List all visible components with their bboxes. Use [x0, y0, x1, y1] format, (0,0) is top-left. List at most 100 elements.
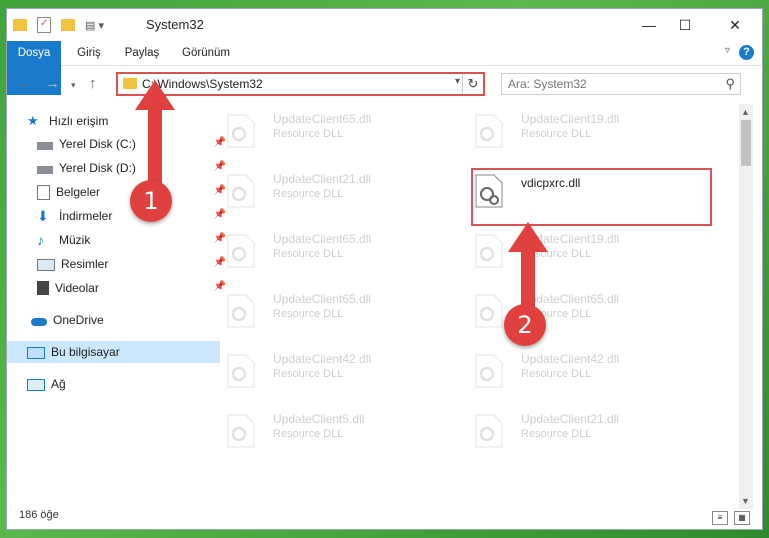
file-type: Resource DLL: [521, 368, 592, 380]
nav-item-label: Belgeler: [56, 185, 101, 199]
large-icons-view-icon[interactable]: ▦: [734, 511, 750, 525]
file-name: UpdateClient65.dll: [273, 112, 372, 126]
file-item[interactable]: UpdateClient42.dll Resource DLL: [203, 344, 433, 398]
file-item[interactable]: UpdateClient42.dll Resource DLL: [451, 344, 681, 398]
videos-icon: [37, 281, 49, 295]
star-icon: ★: [27, 113, 39, 128]
nav-item-pictures[interactable]: Resimler 📌: [7, 253, 230, 275]
scroll-up-icon[interactable]: ▲: [741, 107, 750, 117]
file-list: UpdateClient65.dll Resource DLL UpdateCl…: [203, 104, 740, 502]
help-button[interactable]: ?: [739, 45, 754, 60]
file-item[interactable]: UpdateClient19.dll Resource DLL: [451, 224, 681, 278]
file-name: UpdateClient65.dll: [273, 292, 372, 306]
dll-file-icon: [227, 294, 255, 328]
file-item[interactable]: UpdateClient65.dll Resource DLL: [203, 224, 433, 278]
file-type: Resource DLL: [273, 428, 344, 440]
dll-file-icon: [227, 234, 255, 268]
vertical-scrollbar[interactable]: ▲ ▼: [739, 104, 753, 509]
refresh-icon[interactable]: ↻: [462, 74, 483, 94]
file-item[interactable]: UpdateClient65.dll Resource DLL: [203, 104, 433, 158]
file-name: UpdateClient42.dll: [521, 352, 620, 366]
nav-item-label: Videolar: [55, 281, 99, 295]
scrollbar-thumb[interactable]: [741, 120, 751, 166]
onedrive-icon: [31, 317, 47, 326]
file-item[interactable]: UpdateClient65.dll Resource DLL: [451, 284, 681, 338]
file-name: UpdateClient65.dll: [273, 232, 372, 246]
file-item[interactable]: UpdateClient19.dll Resource DLL: [451, 104, 681, 158]
drive-icon: [37, 141, 53, 150]
tab-gorunum[interactable]: Görünüm: [175, 41, 237, 65]
nav-item-disk-c[interactable]: Yerel Disk (C:) 📌: [7, 133, 230, 155]
nav-item-label: İndirmeler: [59, 209, 113, 223]
file-type: Resource DLL: [521, 428, 592, 440]
downloads-icon: ⬇: [37, 208, 49, 224]
file-name: UpdateClient21.dll: [273, 172, 372, 186]
ribbon-tabs: Dosya Giriş Paylaş Görünüm ▿ ?: [7, 41, 762, 95]
nav-item-label: Müzik: [59, 233, 91, 247]
nav-item-music[interactable]: ♪ Müzik 📌: [7, 229, 230, 251]
customize-toolbar-icon[interactable]: ▤ ▾: [85, 19, 104, 32]
window-title: System32: [146, 17, 204, 32]
nav-item-label: Ağ: [51, 377, 66, 391]
file-type: Resource DLL: [273, 368, 344, 380]
close-button[interactable]: ✕: [712, 9, 758, 41]
tab-giris[interactable]: Giriş: [67, 41, 111, 65]
tab-paylas[interactable]: Paylaş: [117, 41, 167, 65]
dll-file-icon: [227, 114, 255, 148]
collapse-ribbon-icon[interactable]: ▿: [725, 45, 730, 56]
computer-icon: [27, 346, 45, 359]
file-type: Resource DLL: [273, 188, 344, 200]
dll-file-icon: [227, 354, 255, 388]
nav-item-quick-access[interactable]: ★ Hızlı erişim: [7, 110, 220, 132]
search-placeholder: Ara: System32: [508, 77, 587, 91]
file-item[interactable]: UpdateClient5.dll Resource DLL: [203, 404, 433, 458]
nav-item-this-pc[interactable]: Bu bilgisayar: [7, 341, 220, 363]
nav-item-documents[interactable]: Belgeler 📌: [7, 181, 230, 203]
nav-item-videos[interactable]: Videolar 📌: [7, 277, 230, 299]
search-icon[interactable]: ⚲: [725, 76, 735, 92]
nav-item-label: Hızlı erişim: [49, 114, 109, 128]
file-type: Resource DLL: [273, 308, 344, 320]
dll-file-icon: [475, 354, 503, 388]
nav-item-downloads[interactable]: ⬇ İndirmeler 📌: [7, 205, 230, 227]
scroll-down-icon[interactable]: ▼: [741, 496, 750, 506]
dll-file-icon: [227, 414, 255, 448]
nav-item-label: Yerel Disk (D:): [59, 161, 136, 175]
highlight-box: [471, 168, 712, 226]
file-item[interactable]: UpdateClient21.dll Resource DLL: [451, 404, 681, 458]
music-icon: ♪: [37, 232, 44, 248]
documents-icon: [37, 184, 50, 200]
dll-file-icon: [475, 414, 503, 448]
nav-item-label: Bu bilgisayar: [51, 345, 120, 359]
explorer-window: ✓ ▤ ▾ System32 — ☐ ✕ Dosya Giriş Paylaş …: [6, 8, 763, 530]
recent-locations-icon[interactable]: ▾: [71, 80, 76, 91]
file-item[interactable]: UpdateClient65.dll Resource DLL: [203, 284, 433, 338]
file-name: UpdateClient42.dll: [273, 352, 372, 366]
folder-icon: [13, 19, 27, 31]
status-item-count: 186 öğe: [19, 509, 59, 521]
nav-item-onedrive[interactable]: OneDrive: [7, 309, 224, 331]
search-input[interactable]: Ara: System32 ⚲: [501, 73, 741, 95]
dll-file-icon: [475, 294, 503, 328]
file-name: UpdateClient19.dll: [521, 112, 620, 126]
forward-arrow-icon[interactable]: →: [45, 75, 60, 92]
chevron-down-icon[interactable]: ▾: [455, 76, 460, 87]
dll-file-icon: [475, 114, 503, 148]
annotation-badge-1: 1: [130, 180, 172, 222]
new-folder-icon[interactable]: [61, 19, 75, 31]
maximize-button[interactable]: ☐: [662, 9, 708, 41]
pictures-icon: [37, 259, 55, 271]
drive-icon: [37, 165, 53, 174]
nav-item-label: Resimler: [61, 257, 109, 271]
up-arrow-icon[interactable]: ↑: [89, 75, 97, 92]
nav-item-disk-d[interactable]: Yerel Disk (D:) 📌: [7, 157, 230, 179]
file-item[interactable]: UpdateClient21.dll Resource DLL: [203, 164, 433, 218]
annotation-badge-2: 2: [504, 304, 546, 346]
nav-item-network[interactable]: Ağ: [7, 373, 220, 395]
details-view-icon[interactable]: ≡: [712, 511, 728, 525]
properties-icon[interactable]: ✓: [37, 17, 51, 33]
file-name: UpdateClient21.dll: [521, 412, 620, 426]
dll-file-icon: [227, 174, 255, 208]
back-arrow-icon[interactable]: ←: [17, 75, 32, 92]
file-type: Resource DLL: [273, 248, 344, 260]
